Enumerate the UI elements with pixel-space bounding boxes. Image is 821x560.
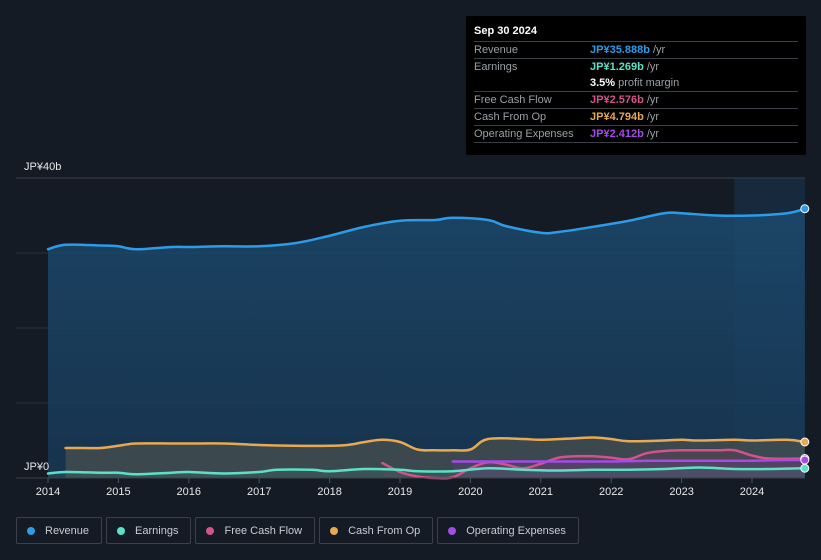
tooltip-unit: /yr: [646, 94, 660, 106]
tooltip-unit: /yr: [646, 111, 660, 123]
legend-dot-icon: [27, 526, 35, 535]
tooltip-panel: Sep 30 2024 Revenue JP¥35.888b /yr Earni…: [466, 16, 806, 155]
revenue-area: [48, 208, 805, 478]
tooltip-value: JP¥2.576b: [590, 94, 644, 106]
x-tick-label: 2024: [740, 486, 764, 498]
legend-label: Free Cash Flow: [224, 524, 303, 537]
legend-label: Earnings: [135, 524, 179, 537]
y-tick-label-top: JP¥40b: [24, 161, 61, 173]
operating-expenses-endpoint: [800, 455, 810, 465]
legend-dot-icon: [206, 526, 215, 535]
tooltip-value: JP¥4.794b: [590, 111, 644, 123]
legend-item-cash-from-op[interactable]: Cash From Op: [319, 517, 434, 544]
legend-item-revenue[interactable]: Revenue: [16, 517, 103, 544]
tooltip-unit: /yr: [646, 61, 660, 73]
tooltip-row-free-cash-flow: Free Cash Flow JP¥2.576b /yr: [474, 92, 798, 109]
x-tick-label: 2023: [669, 486, 693, 498]
legend-dot-icon: [330, 526, 339, 535]
tooltip-unit: /yr: [646, 128, 660, 140]
tooltip-value: JP¥35.888b: [590, 44, 650, 56]
x-tick-label: 2016: [177, 486, 201, 498]
tooltip-unit: profit margin: [618, 77, 680, 89]
tooltip-row-operating-expenses: Operating Expenses JP¥2.412b /yr: [474, 126, 798, 143]
x-tick-label: 2017: [247, 486, 271, 498]
tooltip-row-profit-margin: 3.5% profit margin: [474, 75, 798, 92]
legend-label: Revenue: [45, 524, 90, 537]
x-axis-ticks: 2014 2015 2016 2017 2018 2019 2020 2021 2022 2023…: [36, 478, 764, 498]
x-tick-label: 2021: [529, 486, 553, 498]
earnings-endpoint: [800, 463, 810, 473]
tooltip-row-revenue: Revenue JP¥35.888b /yr: [474, 42, 798, 59]
legend-item-free-cash-flow[interactable]: Free Cash Flow: [195, 517, 316, 544]
x-tick-label: 2018: [317, 486, 341, 498]
revenue-endpoint: [800, 204, 810, 214]
tooltip-date: Sep 30 2024: [474, 24, 798, 42]
cash-from-op-endpoint: [800, 437, 810, 447]
series-areas: [48, 208, 805, 479]
tooltip-label: Revenue: [474, 44, 519, 56]
tooltip-label: [474, 75, 590, 91]
x-tick-label: 2015: [106, 486, 130, 498]
legend-item-earnings[interactable]: Earnings: [106, 517, 192, 544]
tooltip-value: JP¥1.269b: [590, 61, 644, 73]
legend: Revenue Earnings Free Cash Flow Cash Fro…: [16, 517, 579, 544]
x-tick-label: 2020: [458, 486, 482, 498]
x-tick-label: 2014: [36, 486, 60, 498]
legend-label: Operating Expenses: [466, 524, 566, 537]
tooltip-label: Earnings: [474, 61, 518, 73]
legend-dot-icon: [448, 526, 457, 535]
x-tick-label: 2022: [599, 486, 623, 498]
legend-label: Cash From Op: [348, 524, 421, 537]
tooltip-row-earnings: Earnings JP¥1.269b /yr: [474, 59, 798, 75]
tooltip-value: JP¥2.412b: [590, 128, 644, 140]
tooltip-label: Free Cash Flow: [474, 94, 552, 106]
y-tick-label-zero: JP¥0: [24, 461, 49, 473]
tooltip-label: Cash From Op: [474, 111, 547, 123]
legend-dot-icon: [117, 526, 126, 535]
legend-item-operating-expenses[interactable]: Operating Expenses: [437, 517, 579, 544]
tooltip-row-cash-from-op: Cash From Op JP¥4.794b /yr: [474, 109, 798, 126]
tooltip-label: Operating Expenses: [474, 128, 574, 140]
tooltip-unit: /yr: [652, 44, 666, 56]
tooltip-value: 3.5%: [590, 77, 616, 89]
x-tick-label: 2019: [388, 486, 412, 498]
